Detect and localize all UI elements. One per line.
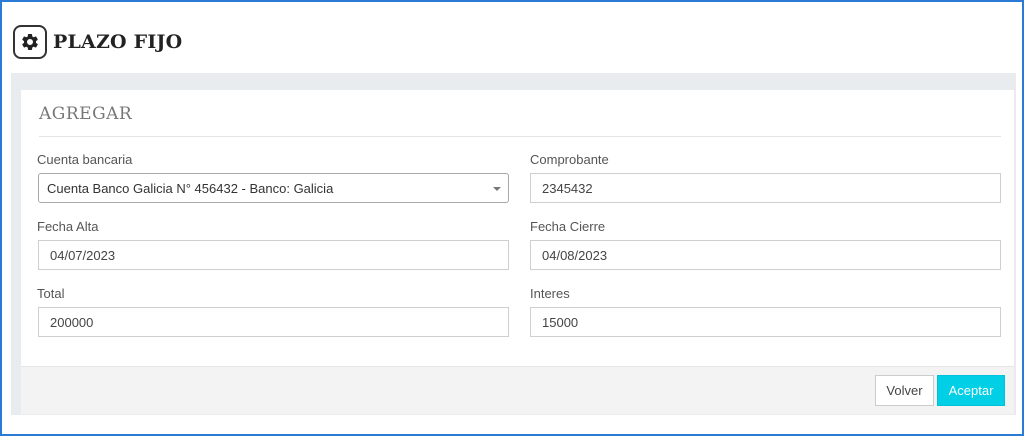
interes-field[interactable]: 15000 [530,307,1001,337]
page-header: PLAZO FIJO [13,24,182,60]
cuenta-bancaria-select[interactable]: Cuenta Banco Galicia N° 456432 - Banco: … [38,173,509,203]
page-title: PLAZO FIJO [53,31,183,53]
volver-button[interactable]: Volver [875,375,934,406]
fecha-cierre-label: Fecha Cierre [530,219,606,234]
fecha-alta-label: Fecha Alta [37,219,99,234]
section-divider [39,136,1001,137]
comprobante-label: Comprobante [530,152,609,167]
fecha-alta-field[interactable]: 04/07/2023 [38,240,509,270]
cuenta-bancaria-label: Cuenta bancaria [37,152,133,167]
section-title: AGREGAR [39,104,133,124]
cuenta-bancaria-value: Cuenta Banco Galicia N° 456432 - Banco: … [47,180,334,196]
total-label: Total [37,286,65,301]
gear-icon[interactable] [13,25,47,59]
total-field[interactable]: 200000 [38,307,509,337]
fecha-cierre-field[interactable]: 04/08/2023 [530,240,1001,270]
comprobante-field[interactable]: 2345432 [530,173,1001,203]
form-footer [21,366,1014,414]
aceptar-button[interactable]: Aceptar [937,375,1005,406]
interes-label: Interes [530,286,570,301]
chevron-down-icon [493,187,501,191]
